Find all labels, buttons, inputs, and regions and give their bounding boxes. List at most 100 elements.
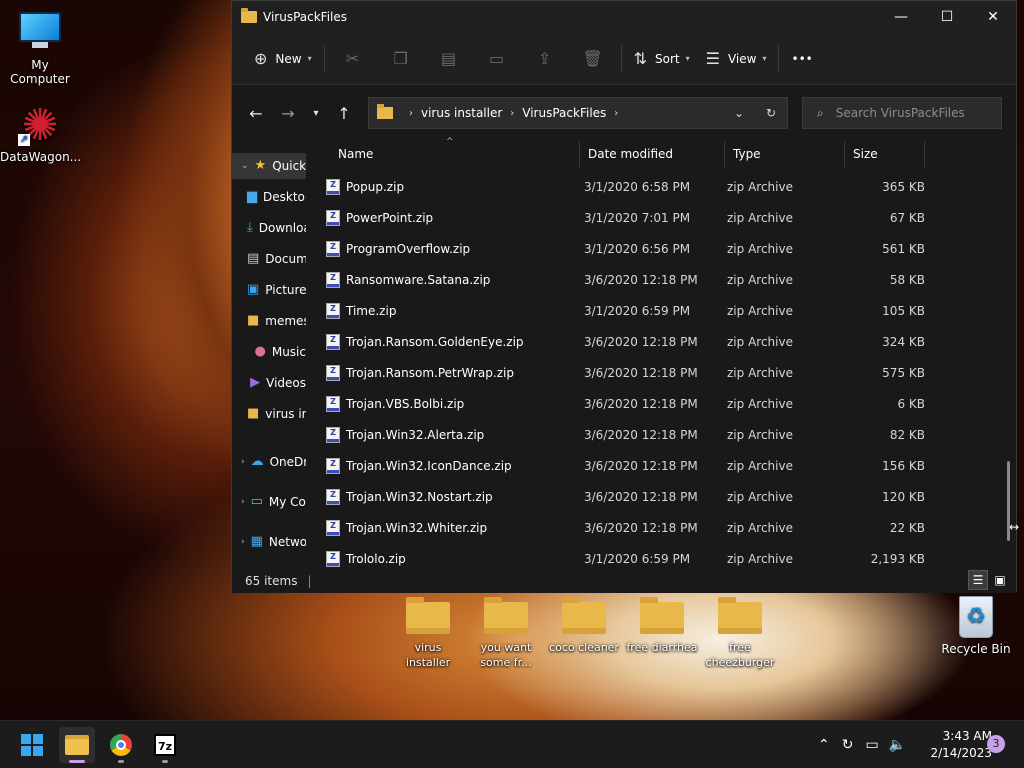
column-date-label: Date modified xyxy=(588,147,674,161)
new-button[interactable]: ⊕ New ▾ xyxy=(246,42,320,76)
close-button[interactable]: ✕ xyxy=(970,1,1016,33)
share-button[interactable]: ⇪ xyxy=(521,42,569,76)
copy-button[interactable]: ❐ xyxy=(377,42,425,76)
details-view-button[interactable]: ☰ xyxy=(968,570,988,590)
notification-badge[interactable]: 3 xyxy=(987,735,1005,753)
chrome-icon xyxy=(110,734,132,756)
view-button[interactable]: ☰ View ▾ xyxy=(698,42,775,76)
column-header-size[interactable]: Size xyxy=(845,141,925,167)
chevron-right-icon[interactable]: › xyxy=(241,457,245,467)
desktop-folder-virus-installer[interactable]: virus installer xyxy=(392,597,464,670)
refresh-icon[interactable]: ↻ xyxy=(755,106,787,120)
desktop-folder-coco-cleaner[interactable]: coco cleaner xyxy=(548,597,620,655)
recent-locations-button[interactable]: ▾ xyxy=(304,97,328,129)
clock[interactable]: 3:43 AM 2/14/2023 xyxy=(922,728,992,762)
sort-button[interactable]: ⇅ Sort ▾ xyxy=(626,42,698,76)
desktop-folder-free-diarrhea[interactable]: free diarrhea xyxy=(626,597,698,655)
file-row[interactable]: Z Trojan.Ransom.PetrWrap.zip 3/6/2020 12:… xyxy=(306,357,1006,388)
sidebar-item-label: Downloads xyxy=(258,221,306,235)
sidebar-item-onedrive[interactable]: › ☁ OneDrive xyxy=(232,449,306,475)
taskbar-file-explorer[interactable] xyxy=(59,727,95,763)
file-type: zip Archive xyxy=(727,520,793,535)
sidebar-item-pictures[interactable]: ▣ Pictures xyxy=(232,277,306,303)
sidebar-item-videos[interactable]: ▶ Videos xyxy=(232,370,306,396)
chevron-down-icon[interactable]: ⌄ xyxy=(241,161,249,171)
sidebar-item-quick-access[interactable]: ⌄ ★ Quick access xyxy=(232,153,306,179)
file-size: 120 KB xyxy=(882,489,925,504)
sidebar-item-documents[interactable]: ▤ Documents xyxy=(232,246,306,272)
file-date: 3/6/2020 12:18 PM xyxy=(584,396,698,411)
file-row[interactable]: Z Popup.zip 3/1/2020 6:58 PM zip Archive … xyxy=(306,171,1006,202)
breadcrumb-separator-icon[interactable]: › xyxy=(614,108,618,119)
view-toggle: ☰ ▣ xyxy=(966,570,1010,590)
datawagon-icon: ✺ ↗ xyxy=(18,100,59,151)
file-row[interactable]: Z Trojan.VBS.Bolbi.zip 3/6/2020 12:18 PM … xyxy=(306,388,1006,419)
sync-status-icon[interactable]: ↻ xyxy=(842,737,854,753)
sidebar-item-memes[interactable]: ■ memes xyxy=(232,308,306,334)
sidebar-item-downloads[interactable]: ⤓ Downloads xyxy=(232,215,306,241)
column-header-type[interactable]: Type xyxy=(725,141,845,167)
sidebar-item-my-computer[interactable]: › ▭ My Computer xyxy=(232,489,306,515)
arrow-left-icon: ← xyxy=(249,103,263,123)
tray-overflow-chevron-up-icon[interactable]: ⌃ xyxy=(818,737,830,753)
desktop-icon-my-computer[interactable]: My Computer xyxy=(0,12,80,86)
breadcrumb-virus-installer[interactable]: virus installer xyxy=(421,106,502,120)
file-row[interactable]: Z ProgramOverflow.zip 3/1/2020 6:56 PM zi… xyxy=(306,233,1006,264)
column-header-name[interactable]: ^ Name xyxy=(306,137,580,167)
taskbar-7zip[interactable]: 7z xyxy=(147,727,183,763)
file-list: ^ Name Date modified Type Size Z Popup.zi… xyxy=(306,137,1016,568)
up-button[interactable]: ↑ xyxy=(328,97,360,129)
file-row[interactable]: Z Time.zip 3/1/2020 6:59 PM zip Archive 1… xyxy=(306,295,1006,326)
taskbar-chrome[interactable] xyxy=(103,727,139,763)
chevron-right-icon[interactable]: › xyxy=(241,497,245,507)
breadcrumb-viruspackfiles[interactable]: VirusPackFiles xyxy=(522,106,606,120)
file-name: Trojan.Win32.Whiter.zip xyxy=(346,520,488,535)
volume-icon[interactable]: 🔈 xyxy=(889,737,906,753)
back-button[interactable]: ← xyxy=(240,97,272,129)
file-row[interactable]: Z Ransomware.Satana.zip 3/6/2020 12:18 PM… xyxy=(306,264,1006,295)
cut-button[interactable]: ✂ xyxy=(329,42,377,76)
address-dropdown-icon[interactable]: ⌄ xyxy=(723,106,755,120)
desktop-folder-free-cheezburger[interactable]: free cheezburger xyxy=(704,597,776,670)
network-icon: ▦ xyxy=(250,534,263,549)
file-row[interactable]: Z Trojan.Win32.Alerta.zip 3/6/2020 12:18 … xyxy=(306,419,1006,450)
rename-button[interactable]: ▭ xyxy=(473,42,521,76)
more-options-button[interactable]: ••• xyxy=(783,42,820,76)
sidebar-item-music[interactable]: ● Music xyxy=(232,339,307,365)
desktop-icon-datawagon[interactable]: ✺ ↗ DataWagon... xyxy=(0,100,81,165)
forward-button[interactable]: → xyxy=(272,97,304,129)
maximize-button[interactable]: ☐ xyxy=(924,1,970,33)
folder-icon xyxy=(718,597,762,634)
tiles-view-button[interactable]: ▣ xyxy=(990,570,1010,590)
file-row[interactable]: Z Trojan.Win32.IconDance.zip 3/6/2020 12:… xyxy=(306,450,1006,481)
network-icon[interactable]: ▭ xyxy=(865,737,878,753)
sidebar-item-desktop[interactable]: ▆ Desktop xyxy=(232,184,306,210)
system-tray: ⌃ ↻ ▭ 🔈 xyxy=(818,721,906,768)
file-type: zip Archive xyxy=(727,272,793,287)
search-icon: ⌕ xyxy=(817,105,824,120)
file-size: 105 KB xyxy=(882,303,925,318)
zip-file-icon: Z xyxy=(326,302,340,319)
title-bar[interactable]: VirusPackFiles — ☐ ✕ xyxy=(232,1,1016,33)
desktop-folder-you-want-some[interactable]: you want some fr... xyxy=(470,597,542,670)
zip-file-icon: Z xyxy=(326,333,340,350)
file-row[interactable]: Z Trojan.Ransom.GoldenEye.zip 3/6/2020 12… xyxy=(306,326,1006,357)
column-header-date[interactable]: Date modified xyxy=(580,141,725,167)
start-button[interactable] xyxy=(14,727,50,763)
file-row[interactable]: Z Trojan.Win32.Nostart.zip 3/6/2020 12:18… xyxy=(306,481,1006,512)
address-bar[interactable]: › virus installer › VirusPackFiles › ⌄ ↻ xyxy=(368,97,788,129)
delete-button[interactable]: 🗑 xyxy=(569,42,617,76)
minimize-button[interactable]: — xyxy=(878,1,924,33)
sidebar-item-network[interactable]: › ▦ Network xyxy=(232,529,306,555)
window-title: VirusPackFiles xyxy=(263,10,347,24)
paste-button[interactable]: ▤ xyxy=(425,42,473,76)
desktop-icon-label: My Computer xyxy=(10,58,70,86)
status-separator: | xyxy=(307,573,312,588)
desktop-icon-recycle-bin[interactable]: ♻ Recycle Bin xyxy=(940,596,1012,656)
sidebar-item-virus-installer[interactable]: ■ virus installer xyxy=(232,401,306,427)
search-input[interactable]: ⌕ Search VirusPackFiles xyxy=(802,97,1002,129)
file-row[interactable]: Z Trojan.Win32.Whiter.zip 3/6/2020 12:18 … xyxy=(306,512,1006,543)
sidebar-item-label: Documents xyxy=(265,252,306,266)
chevron-right-icon[interactable]: › xyxy=(241,537,245,547)
file-row[interactable]: Z PowerPoint.zip 3/1/2020 7:01 PM zip Arc… xyxy=(306,202,1006,233)
